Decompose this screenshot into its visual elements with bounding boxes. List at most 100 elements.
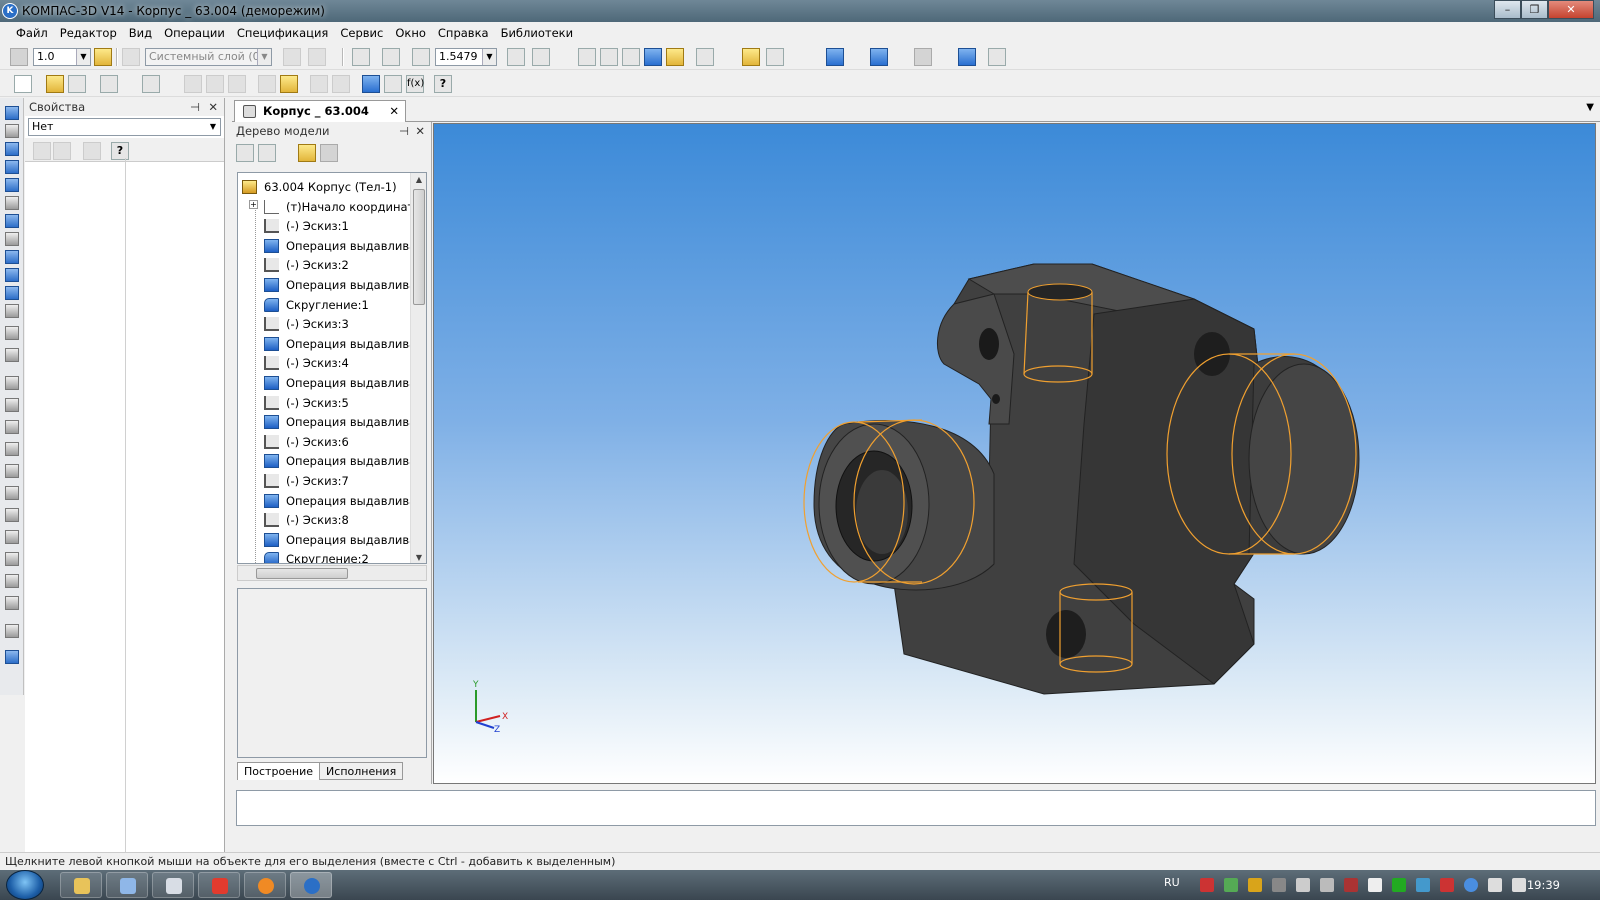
chamfer-tool-icon[interactable] [5, 420, 19, 434]
perspective-icon[interactable] [870, 48, 888, 66]
sort-alpha-icon[interactable] [53, 142, 71, 160]
help-icon[interactable]: ? [434, 75, 452, 93]
zoom-in-icon[interactable] [412, 48, 430, 66]
split-tool-icon[interactable] [5, 552, 19, 566]
loft-tool-icon[interactable] [5, 376, 19, 390]
menu-edit[interactable]: Редактор [54, 26, 123, 40]
thread-tool-icon[interactable] [5, 596, 19, 610]
rotate-tool-icon[interactable] [5, 326, 19, 340]
chevron-down-icon[interactable]: ▼ [257, 49, 271, 65]
steam-icon[interactable] [1296, 878, 1310, 892]
dimensions-icon[interactable] [5, 196, 19, 210]
arrays-icon[interactable] [5, 160, 19, 174]
open-file-icon[interactable] [46, 75, 64, 93]
copy-tool-icon[interactable] [5, 624, 19, 638]
tab-variants[interactable]: Исполнения [319, 762, 404, 780]
zoom-fit-icon[interactable] [382, 48, 400, 66]
scroll-up-icon[interactable]: ▲ [411, 173, 426, 187]
step-combo[interactable]: 1.0 ▼ [33, 48, 91, 66]
sort-icon[interactable] [33, 142, 51, 160]
edit-part-icon[interactable] [5, 106, 19, 120]
measure-icon[interactable] [766, 48, 784, 66]
tab-build[interactable]: Построение [237, 762, 321, 780]
shaded-edges-icon[interactable] [666, 48, 684, 66]
rotate-icon[interactable] [507, 48, 525, 66]
light-icon[interactable] [914, 48, 932, 66]
shaded-icon[interactable] [644, 48, 662, 66]
object-select[interactable]: Нет ▼ [28, 118, 221, 136]
close-icon[interactable]: ✕ [415, 122, 425, 140]
aux-geometry-icon[interactable] [5, 178, 19, 192]
chevron-down-icon[interactable]: ▼ [206, 119, 220, 135]
tray-icon[interactable] [1440, 878, 1454, 892]
tree-list-icon[interactable] [298, 144, 316, 162]
save-icon[interactable] [68, 75, 86, 93]
dimension-icon[interactable] [988, 48, 1006, 66]
3d-viewport[interactable]: Y X Z [433, 123, 1596, 784]
manager-icon[interactable] [362, 75, 380, 93]
zoom-combo[interactable]: 1.5479 ▼ [435, 48, 497, 66]
scroll-thumb[interactable] [413, 189, 425, 305]
language-indicator[interactable]: RU [1164, 876, 1180, 889]
tray-icon[interactable] [1344, 878, 1358, 892]
info-icon[interactable] [1464, 878, 1478, 892]
maximize-button[interactable]: ❐ [1521, 0, 1548, 19]
tray-icon[interactable] [1272, 878, 1286, 892]
local-cs-icon[interactable] [10, 48, 28, 66]
measurement-icon[interactable] [5, 268, 19, 282]
media-taskbar-button[interactable] [106, 872, 148, 898]
tree-display-icon[interactable] [258, 144, 276, 162]
assembly-icon[interactable] [958, 48, 976, 66]
fx-icon[interactable]: f(x) [406, 75, 424, 93]
firefox-taskbar-button[interactable] [244, 872, 286, 898]
scroll-down-icon[interactable]: ▼ [411, 551, 426, 563]
menu-specification[interactable]: Спецификация [231, 26, 334, 40]
close-button[interactable]: ✕ [1548, 0, 1594, 19]
command-line[interactable] [236, 790, 1596, 826]
mail-taskbar-button[interactable] [152, 872, 194, 898]
scale-tool-icon[interactable] [5, 650, 19, 664]
menu-libraries[interactable]: Библиотеки [495, 26, 580, 40]
wireframe-icon[interactable] [578, 48, 596, 66]
part-body[interactable] [813, 263, 1360, 695]
preview-icon[interactable] [142, 75, 160, 93]
kinematic-tool-icon[interactable] [5, 348, 19, 362]
close-tab-icon[interactable]: ✕ [389, 101, 399, 121]
pin-icon[interactable]: ⊣ [190, 98, 200, 116]
specification-icon[interactable] [5, 232, 19, 246]
tree-relations-icon[interactable] [320, 144, 338, 162]
start-button[interactable] [6, 870, 44, 900]
tray-icon[interactable] [1416, 878, 1430, 892]
explorer-taskbar-button[interactable] [60, 872, 102, 898]
print-icon[interactable] [100, 75, 118, 93]
model-3d[interactable]: Y X Z [434, 124, 1597, 785]
filters-icon[interactable] [5, 214, 19, 228]
kompas-taskbar-button[interactable] [290, 872, 332, 898]
expand-icon[interactable]: + [249, 200, 258, 209]
section-icon[interactable] [826, 48, 844, 66]
tabs-menu-icon[interactable]: ▼ [1586, 102, 1594, 113]
spatial-curves-icon[interactable] [5, 124, 19, 138]
fillet-tool-icon[interactable] [5, 398, 19, 412]
volume-icon[interactable] [1320, 878, 1334, 892]
speaker-icon[interactable] [1512, 878, 1526, 892]
document-tab[interactable]: Корпус _ 63.004 ✕ [234, 100, 406, 122]
clock[interactable]: 19:39 [1527, 878, 1560, 892]
chevron-down-icon[interactable]: ▼ [76, 49, 90, 65]
yandex-taskbar-button[interactable] [198, 872, 240, 898]
nvidia-icon[interactable] [1392, 878, 1406, 892]
menu-window[interactable]: Окно [389, 26, 432, 40]
surfaces-icon[interactable] [5, 142, 19, 156]
close-icon[interactable]: ✕ [208, 98, 218, 116]
tree-structure-icon[interactable] [236, 144, 254, 162]
highlight-icon[interactable] [742, 48, 760, 66]
sheet-metal-icon[interactable] [5, 286, 19, 300]
thin-lines-icon[interactable] [622, 48, 640, 66]
section-tool-icon[interactable] [5, 530, 19, 544]
menu-service[interactable]: Сервис [334, 26, 389, 40]
tray-icon[interactable] [1368, 878, 1382, 892]
new-file-icon[interactable] [14, 75, 32, 93]
extrude-tool-icon[interactable] [5, 304, 19, 318]
tree-scrollbar[interactable]: ▲ ▼ [410, 173, 426, 563]
tree-hscrollbar[interactable] [237, 565, 427, 581]
